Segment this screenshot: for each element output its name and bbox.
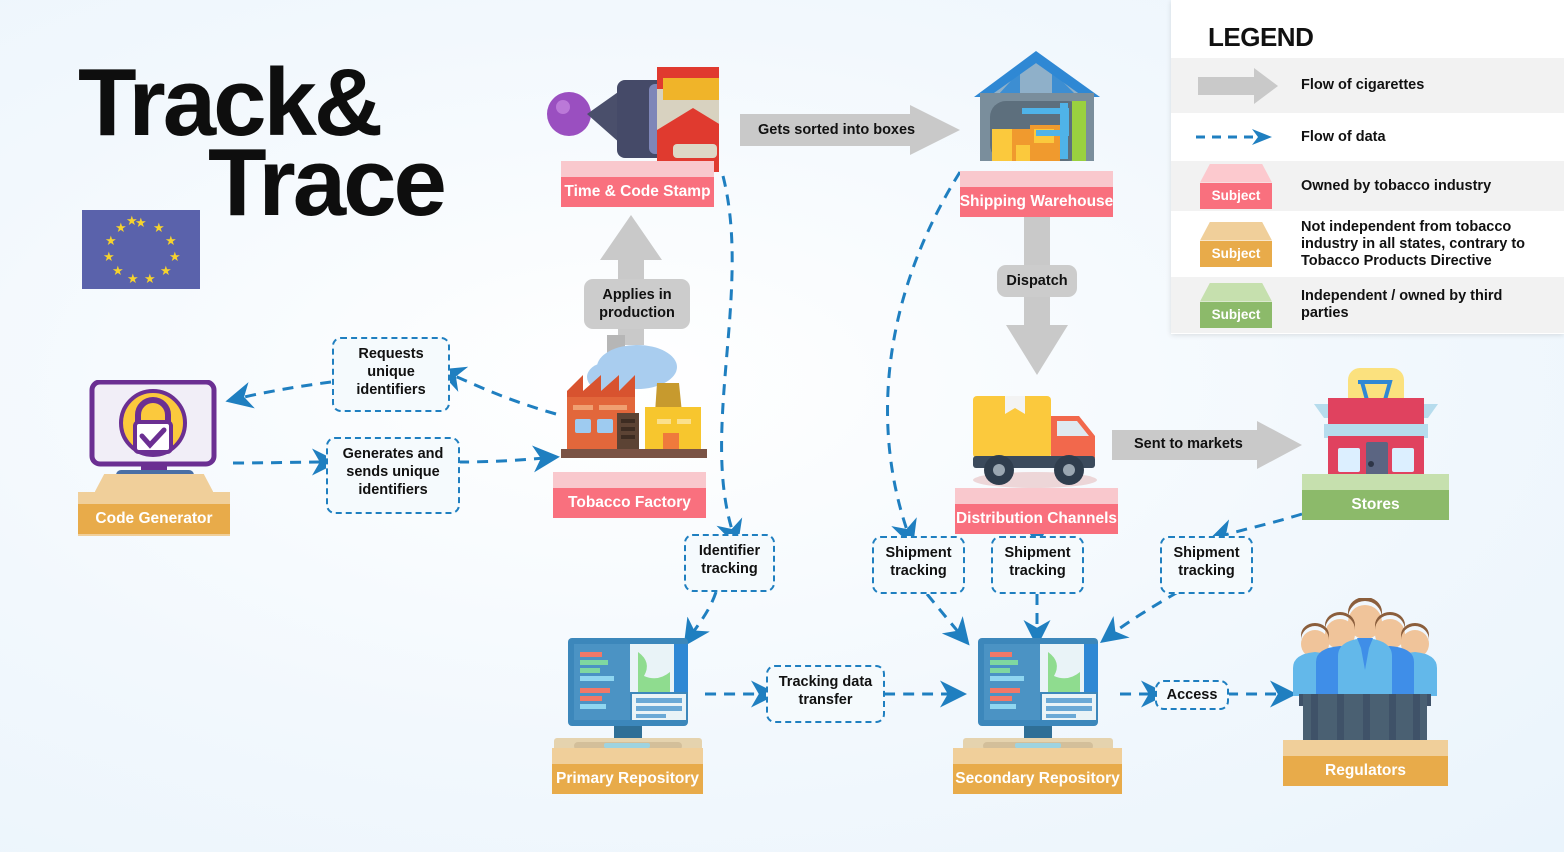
dashed-arrow-icon: [1171, 126, 1301, 148]
legend-title: LEGEND: [1208, 22, 1314, 52]
flow-arrow-gets-sorted: Gets sorted into boxes: [740, 105, 960, 155]
node-distribution-channels[interactable]: Distribution Channels: [955, 390, 1118, 534]
shipping-warehouse-icon: [974, 51, 1100, 161]
regulators-plinth: Regulators: [1283, 740, 1448, 786]
legend-label-independent: Independent / owned by third parties: [1301, 288, 1503, 321]
legend-row-independent: Subject Independent / owned by third par…: [1171, 277, 1564, 333]
time-code-stamp-plinth: Time & Code Stamp: [561, 161, 714, 207]
node-label-code-generator: Code Generator: [78, 504, 230, 534]
track-and-trace-logo: Track& ★ ★ ★ ★ ★ ★ ★ ★ ★ ★ ★ ★ Trace: [78, 55, 458, 289]
data-label-generates-sends-identifiers: Generates and sends unique identifiers: [326, 437, 460, 514]
swatch-green-label: Subject: [1200, 301, 1272, 328]
node-label-secondary-repository: Secondary Repository: [953, 764, 1122, 794]
code-generator-icon: [89, 379, 217, 482]
secondary-repository-plinth: Secondary Repository: [953, 748, 1122, 794]
node-label-distribution-channels: Distribution Channels: [955, 504, 1118, 534]
logo-line-2: Trace: [208, 129, 447, 236]
node-label-regulators: Regulators: [1283, 756, 1448, 786]
data-label-requests-unique-identifiers: Requests unique identifiers: [332, 337, 450, 412]
data-label-identifier-tracking: Identifier tracking: [684, 534, 775, 592]
swatch-green: Subject: [1171, 282, 1301, 328]
stores-plinth: Stores: [1302, 474, 1449, 520]
data-label-shipment-tracking-1: Shipment tracking: [872, 536, 965, 594]
node-tobacco-factory[interactable]: Tobacco Factory: [553, 335, 707, 520]
code-generator-plinth: Code Generator: [78, 474, 230, 536]
swatch-orange-cap: [1200, 221, 1272, 241]
flow-label-dispatch: Dispatch: [997, 265, 1077, 297]
data-label-shipment-tracking-2: Shipment tracking: [991, 536, 1084, 594]
primary-repository-plinth: Primary Repository: [552, 748, 703, 794]
flow-label-sent-to-markets: Sent to markets: [1134, 436, 1243, 452]
store-icon: [1314, 368, 1438, 484]
node-stores[interactable]: Stores: [1302, 368, 1449, 520]
shipping-warehouse-plinth: Shipping Warehouse: [960, 171, 1113, 217]
tobacco-factory-icon: [561, 335, 707, 458]
tobacco-factory-plinth: Tobacco Factory: [553, 472, 706, 518]
node-code-generator[interactable]: Code Generator: [78, 379, 230, 536]
swatch-pink-label: Subject: [1200, 182, 1272, 209]
legend-label-owned-by-tobacco-industry: Owned by tobacco industry: [1301, 177, 1492, 194]
node-label-tobacco-factory: Tobacco Factory: [553, 488, 706, 518]
legend-row-flow-of-data: Flow of data: [1171, 113, 1564, 161]
node-label-stores: Stores: [1302, 490, 1449, 520]
secondary-repository-icon: [963, 638, 1113, 756]
node-label-time-code-stamp: Time & Code Stamp: [561, 177, 714, 207]
distribution-channels-plinth: Distribution Channels: [955, 488, 1118, 534]
legend-row-flow-of-cigarettes: Flow of cigarettes: [1171, 58, 1564, 113]
eu-flag-icon: ★ ★ ★ ★ ★ ★ ★ ★ ★ ★ ★ ★: [82, 210, 200, 289]
legend-row-not-independent: Subject Not independent from tobacco ind…: [1171, 211, 1564, 277]
legend-panel: LEGEND Flow of cigarettes Flow of data S…: [1171, 0, 1564, 334]
delivery-truck-icon: [973, 396, 1097, 488]
primary-repository-icon: [554, 638, 702, 756]
swatch-orange: Subject: [1171, 221, 1301, 267]
node-label-primary-repository: Primary Repository: [552, 764, 703, 794]
swatch-pink-cap: [1200, 163, 1272, 183]
diagram-canvas: Track& ★ ★ ★ ★ ★ ★ ★ ★ ★ ★ ★ ★ Trace Get…: [0, 0, 1564, 852]
node-label-shipping-warehouse: Shipping Warehouse: [960, 187, 1113, 217]
flow-arrow-sent-to-markets: Sent to markets: [1112, 421, 1302, 469]
legend-row-owned-by-tobacco-industry: Subject Owned by tobacco industry: [1171, 161, 1564, 211]
regulators-icon: [1293, 597, 1437, 752]
legend-label-flow-of-data: Flow of data: [1301, 128, 1386, 145]
node-shipping-warehouse[interactable]: Shipping Warehouse: [960, 45, 1113, 217]
node-primary-repository[interactable]: Primary Repository: [552, 638, 703, 794]
node-regulators[interactable]: Regulators: [1283, 597, 1448, 786]
gray-arrow-icon: [1171, 67, 1301, 105]
flow-label-applies-in-production: Applies in production: [584, 279, 690, 329]
legend-label-not-independent: Not independent from tobacco industry in…: [1301, 218, 1525, 269]
data-label-shipment-tracking-3: Shipment tracking: [1160, 536, 1253, 594]
swatch-pink: Subject: [1171, 163, 1301, 209]
swatch-green-cap: [1200, 282, 1272, 302]
flow-label-gets-sorted: Gets sorted into boxes: [758, 122, 916, 138]
data-label-access: Access: [1155, 680, 1229, 710]
data-label-tracking-data-transfer: Tracking data transfer: [766, 665, 885, 723]
node-time-code-stamp[interactable]: Time & Code Stamp: [547, 62, 719, 207]
swatch-orange-label: Subject: [1200, 240, 1272, 267]
node-secondary-repository[interactable]: Secondary Repository: [953, 638, 1122, 794]
legend-label-flow-of-cigarettes: Flow of cigarettes: [1301, 77, 1425, 93]
